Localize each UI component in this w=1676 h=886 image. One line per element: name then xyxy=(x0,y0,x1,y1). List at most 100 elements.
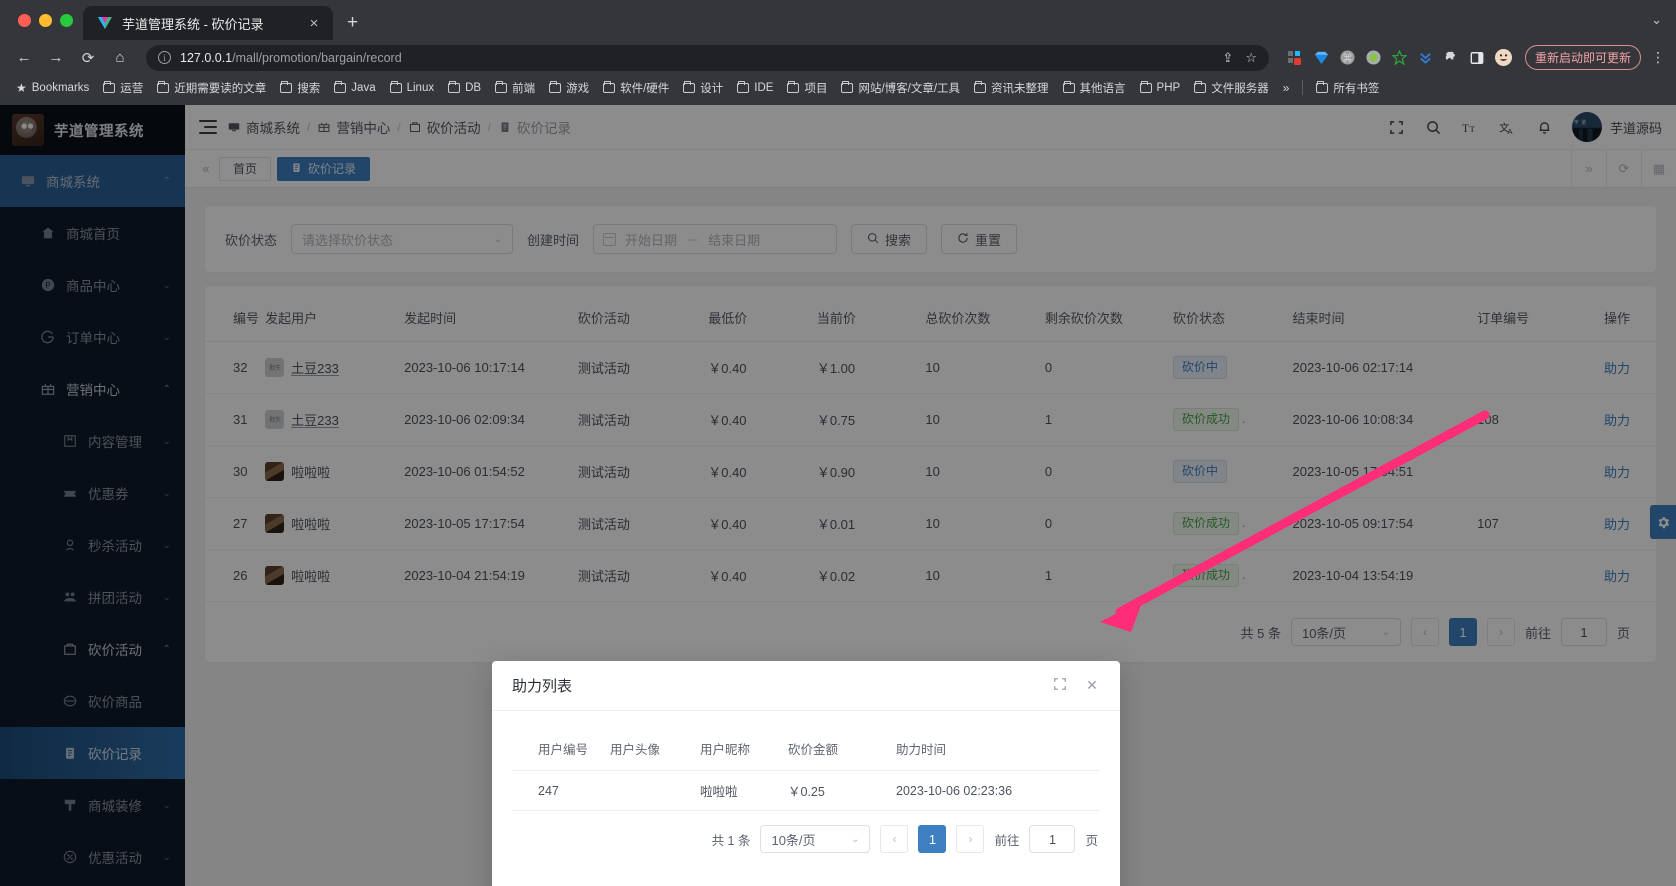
folder-icon xyxy=(1194,83,1206,93)
url-path: /mall/promotion/bargain/record xyxy=(232,51,402,65)
cell-user-id: 247 xyxy=(512,771,604,811)
new-tab-button[interactable]: + xyxy=(347,12,358,34)
bookmark-label: Java xyxy=(351,82,375,94)
bookmark-item[interactable]: Linux xyxy=(384,80,441,96)
grid-extension-icon[interactable] xyxy=(1287,49,1304,66)
bookmark-label: 近期需要读的文章 xyxy=(174,80,266,96)
download-chevrons-icon[interactable] xyxy=(1417,49,1434,66)
bookmark-item[interactable]: IDE xyxy=(731,80,779,96)
bookmark-item[interactable]: 设计 xyxy=(677,78,729,98)
bookmark-item[interactable]: DB xyxy=(442,80,487,96)
browser-tab[interactable]: 芋道管理系统 - 砍价记录 × xyxy=(83,6,333,40)
bookmark-label: 软件/硬件 xyxy=(620,80,669,96)
modal-next-page-button[interactable]: › xyxy=(956,825,984,853)
close-icon[interactable]: ✕ xyxy=(1084,677,1100,694)
diamond-extension-icon[interactable] xyxy=(1313,49,1330,66)
assist-table-head: 用户编号 用户头像 用户昵称 砍价金额 助力时间 xyxy=(512,731,1100,771)
bookmark-item[interactable]: 资讯未整理 xyxy=(968,78,1055,98)
modal-jump-page-input[interactable]: 1 xyxy=(1029,825,1075,853)
modal-page-size-select[interactable]: 10条/页 ⌄ xyxy=(760,825,870,853)
cell-assist-time: 2023-10-06 02:23:36 xyxy=(890,771,1100,811)
cell-bargain-amount: ￥0.25 xyxy=(782,771,890,811)
extensions-row: ⌘ 重新启动即可更新 ⋮ xyxy=(1281,45,1666,70)
folder-icon xyxy=(334,83,346,93)
bookmark-item[interactable]: 文件服务器 xyxy=(1188,78,1275,98)
th-assist-time: 助力时间 xyxy=(890,731,1100,771)
bookmark-item[interactable]: 网站/博客/文章/工具 xyxy=(835,78,966,98)
modal-pagination-total: 共 1 条 xyxy=(712,830,751,849)
assist-table-body: 247 啦啦啦 ￥0.25 2023-10-06 02:23:36 xyxy=(512,771,1100,811)
bookmark-item[interactable]: 软件/硬件 xyxy=(597,78,675,98)
modal-pagination: 共 1 条 10条/页 ⌄ ‹ 1 › 前往 1 页 xyxy=(492,811,1120,867)
bookmark-star-icon[interactable]: ☆ xyxy=(1245,50,1257,66)
th-bargain-amount: 砍价金额 xyxy=(782,731,890,771)
bookmark-label: 搜索 xyxy=(297,80,320,96)
folder-icon xyxy=(1316,83,1328,93)
profile-avatar-icon[interactable] xyxy=(1495,49,1512,66)
bookmark-item[interactable]: 其他语言 xyxy=(1057,78,1132,98)
folder-icon xyxy=(549,83,561,93)
modal-jump-unit: 页 xyxy=(1085,830,1098,849)
modal-page-number-1[interactable]: 1 xyxy=(918,825,946,853)
bookmark-item[interactable]: 近期需要读的文章 xyxy=(151,78,272,98)
bookmark-item[interactable]: 游戏 xyxy=(543,78,595,98)
bookmark-item[interactable]: 项目 xyxy=(781,78,833,98)
tab-list-chevron-icon[interactable]: ⌄ xyxy=(1651,12,1662,28)
bookmark-label: 其他语言 xyxy=(1080,80,1126,96)
browser-window: 芋道管理系统 - 砍价记录 × + ⌄ ← → ⟳ ⌂ i 127.0.0.1/… xyxy=(0,0,1676,886)
th-user-avatar: 用户头像 xyxy=(604,731,694,771)
bookmarks-overflow-button[interactable]: » xyxy=(1277,81,1296,95)
bookmark-label: 运营 xyxy=(120,80,143,96)
chevron-down-icon: ⌄ xyxy=(851,834,859,845)
site-info-icon[interactable]: i xyxy=(158,51,171,64)
assist-header-row: 用户编号 用户头像 用户昵称 砍价金额 助力时间 xyxy=(512,731,1100,771)
bookmark-item[interactable]: Java xyxy=(328,80,381,96)
home-button[interactable]: ⌂ xyxy=(106,44,134,72)
close-tab-button[interactable]: × xyxy=(305,15,323,32)
modal-page-size-value: 10条/页 xyxy=(771,830,851,849)
folder-icon xyxy=(787,83,799,93)
command-extension-icon[interactable]: ⌘ xyxy=(1339,49,1356,66)
puzzle-extension-icon[interactable] xyxy=(1443,49,1460,66)
bookmark-label: 前端 xyxy=(512,80,535,96)
bookmark-label: 资讯未整理 xyxy=(991,80,1049,96)
folder-icon xyxy=(841,83,853,93)
star-extension-icon[interactable] xyxy=(1391,49,1408,66)
window-controls[interactable] xyxy=(12,0,83,40)
forward-button[interactable]: → xyxy=(42,44,70,72)
close-window-button[interactable] xyxy=(18,14,31,27)
bookmark-label: PHP xyxy=(1157,82,1181,94)
all-bookmarks-button[interactable]: 所有书签 xyxy=(1310,78,1385,98)
modal-prev-page-button[interactable]: ‹ xyxy=(880,825,908,853)
back-button[interactable]: ← xyxy=(10,44,38,72)
cell-user-avatar xyxy=(604,771,694,811)
bookmark-item[interactable]: 搜索 xyxy=(274,78,326,98)
all-bookmarks-label: 所有书签 xyxy=(1333,80,1379,96)
th-user-id: 用户编号 xyxy=(512,731,604,771)
bookmark-label: 设计 xyxy=(700,80,723,96)
address-bar[interactable]: i 127.0.0.1/mall/promotion/bargain/recor… xyxy=(146,45,1269,71)
bookmark-item[interactable]: 前端 xyxy=(489,78,541,98)
tab-title: 芋道管理系统 - 砍价记录 xyxy=(122,14,296,33)
folder-icon xyxy=(737,83,749,93)
folder-icon xyxy=(157,83,169,93)
share-icon[interactable]: ⇪ xyxy=(1222,50,1233,66)
folder-icon xyxy=(974,83,986,93)
folder-icon xyxy=(103,83,115,93)
bookmarks-root[interactable]: ★ Bookmarks xyxy=(10,79,95,97)
maximize-window-button[interactable] xyxy=(60,14,73,27)
circle-extension-icon[interactable] xyxy=(1365,49,1382,66)
folder-icon xyxy=(495,83,507,93)
bookmark-item[interactable]: 运营 xyxy=(97,78,149,98)
star-icon: ★ xyxy=(16,81,27,95)
bookmark-item[interactable]: PHP xyxy=(1134,80,1187,96)
browser-tabstrip: 芋道管理系统 - 砍价记录 × + ⌄ xyxy=(0,0,1676,40)
update-button[interactable]: 重新启动即可更新 xyxy=(1525,45,1641,70)
sidepanel-icon[interactable] xyxy=(1469,49,1486,66)
bookmark-label: 游戏 xyxy=(566,80,589,96)
expand-icon[interactable] xyxy=(1052,677,1068,694)
browser-menu-button[interactable]: ⋮ xyxy=(1650,49,1666,66)
folder-icon xyxy=(390,83,402,93)
reload-button[interactable]: ⟳ xyxy=(74,44,102,72)
minimize-window-button[interactable] xyxy=(39,14,52,27)
